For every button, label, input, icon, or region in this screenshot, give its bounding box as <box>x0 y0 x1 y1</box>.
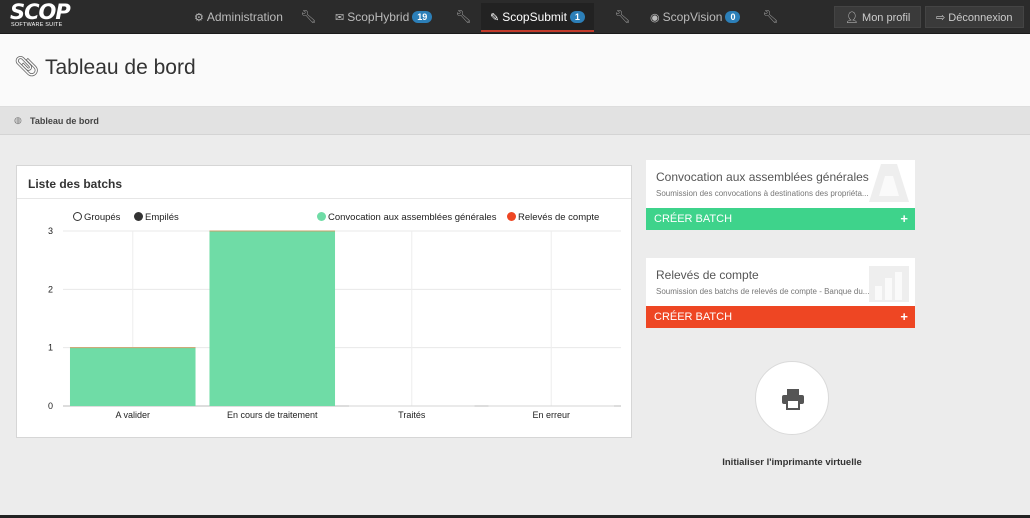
card-title: Relevés de compte <box>656 268 759 282</box>
wrench-icon[interactable]: 🔧︎ <box>762 0 779 34</box>
nav-scopvision[interactable]: ◉ ScopVision 0 <box>650 0 741 34</box>
x-tick-label: En cours de traitement <box>227 410 318 420</box>
create-batch-label: CRÉER BATCH <box>654 213 733 225</box>
nav-administration[interactable]: ⚙ Administration <box>194 0 283 34</box>
virtual-printer-label: Initialiser l'imprimante virtuelle <box>722 457 862 468</box>
wrench-icon[interactable]: 🔧︎ <box>300 0 317 34</box>
sign-out-icon: ⇨ <box>936 12 946 24</box>
scopvision-badge: 0 <box>725 11 741 23</box>
y-tick-label: 1 <box>48 343 53 353</box>
top-navbar: SCOP SOFTWARE SUITE ⚙ Administration 🔧︎ ✉… <box>0 0 1030 34</box>
scopsubmit-badge: 1 <box>569 11 585 23</box>
wrench-icon[interactable]: 🔧︎ <box>455 0 472 34</box>
page-title: Tableau de bord <box>45 56 196 79</box>
create-batch-label: CRÉER BATCH <box>654 311 733 323</box>
bar-convocation <box>209 231 336 406</box>
card-description: Soumission des convocations à destinatio… <box>656 189 869 198</box>
batch-bar-chart: 0 1 2 3 A valider En cours de traitement Trait… <box>48 226 621 420</box>
breadcrumb-item[interactable]: Tableau de bord <box>30 116 99 126</box>
x-tick-label: Traités <box>398 410 426 420</box>
logo-text: SCOP <box>10 0 71 24</box>
virtual-printer-button[interactable] <box>755 361 829 435</box>
card-convocation: Convocation aux assemblées générales Sou… <box>646 160 915 230</box>
dashboard-icon: ◍ <box>14 115 22 125</box>
plus-icon: + <box>900 309 908 324</box>
logo-subtitle: SOFTWARE SUITE <box>11 22 63 28</box>
breadcrumb: ◍ Tableau de bord <box>0 107 1030 135</box>
paperclip-icon: ✎ <box>490 12 500 24</box>
plus-icon: + <box>900 211 908 226</box>
printer-icon <box>782 389 804 410</box>
megaphone-icon <box>869 164 909 202</box>
card-releves: Relevés de compte Soumission des batchs … <box>646 258 915 328</box>
x-tick-label: A valider <box>115 410 150 420</box>
y-tick-label: 0 <box>48 401 53 411</box>
y-tick-label: 2 <box>48 284 53 294</box>
envelope-icon: ✉ <box>335 12 345 24</box>
x-tick-label: En erreur <box>532 410 570 420</box>
nav-administration-label: Administration <box>206 10 283 24</box>
card-title: Convocation aux assemblées générales <box>656 170 869 184</box>
logout-button-label: Déconnexion <box>948 12 1013 24</box>
create-batch-releves-button[interactable]: CRÉER BATCH + <box>646 306 915 328</box>
wrench-icon[interactable]: 🔧︎ <box>614 0 631 34</box>
profile-button[interactable]: 👤︎ Mon profil <box>834 6 922 28</box>
nav-scopvision-label: ScopVision <box>662 10 723 24</box>
scophybrid-badge: 19 <box>412 11 433 23</box>
y-tick-label: 3 <box>48 226 53 236</box>
card-description: Soumission des batchs de relevés de comp… <box>656 287 870 296</box>
page-header: 📎︎ Tableau de bord <box>0 34 1030 107</box>
paperclip-icon: 📎︎ <box>14 56 40 78</box>
nav-scophybrid[interactable]: ✉ ScopHybrid 19 <box>335 0 433 34</box>
eye-icon: ◉ <box>650 12 660 24</box>
nav-scophybrid-label: ScopHybrid <box>347 10 410 24</box>
bar-convocation <box>69 347 196 406</box>
scop-logo[interactable]: SCOP SOFTWARE SUITE <box>10 0 71 31</box>
logout-button[interactable]: ⇨ Déconnexion <box>925 6 1024 28</box>
nav-scopsubmit[interactable]: ✎ ScopSubmit 1 <box>481 3 594 32</box>
gear-icon: ⚙ <box>194 12 204 24</box>
create-batch-convocation-button[interactable]: CRÉER BATCH + <box>646 208 915 230</box>
batch-list-panel: Liste des batchs Groupés Empilés Convoca… <box>16 165 632 438</box>
bar-chart-icon <box>869 266 909 302</box>
profile-button-label: Mon profil <box>862 12 911 24</box>
nav-scopsubmit-label: ScopSubmit <box>502 10 567 24</box>
user-icon: 👤︎ <box>845 12 859 24</box>
